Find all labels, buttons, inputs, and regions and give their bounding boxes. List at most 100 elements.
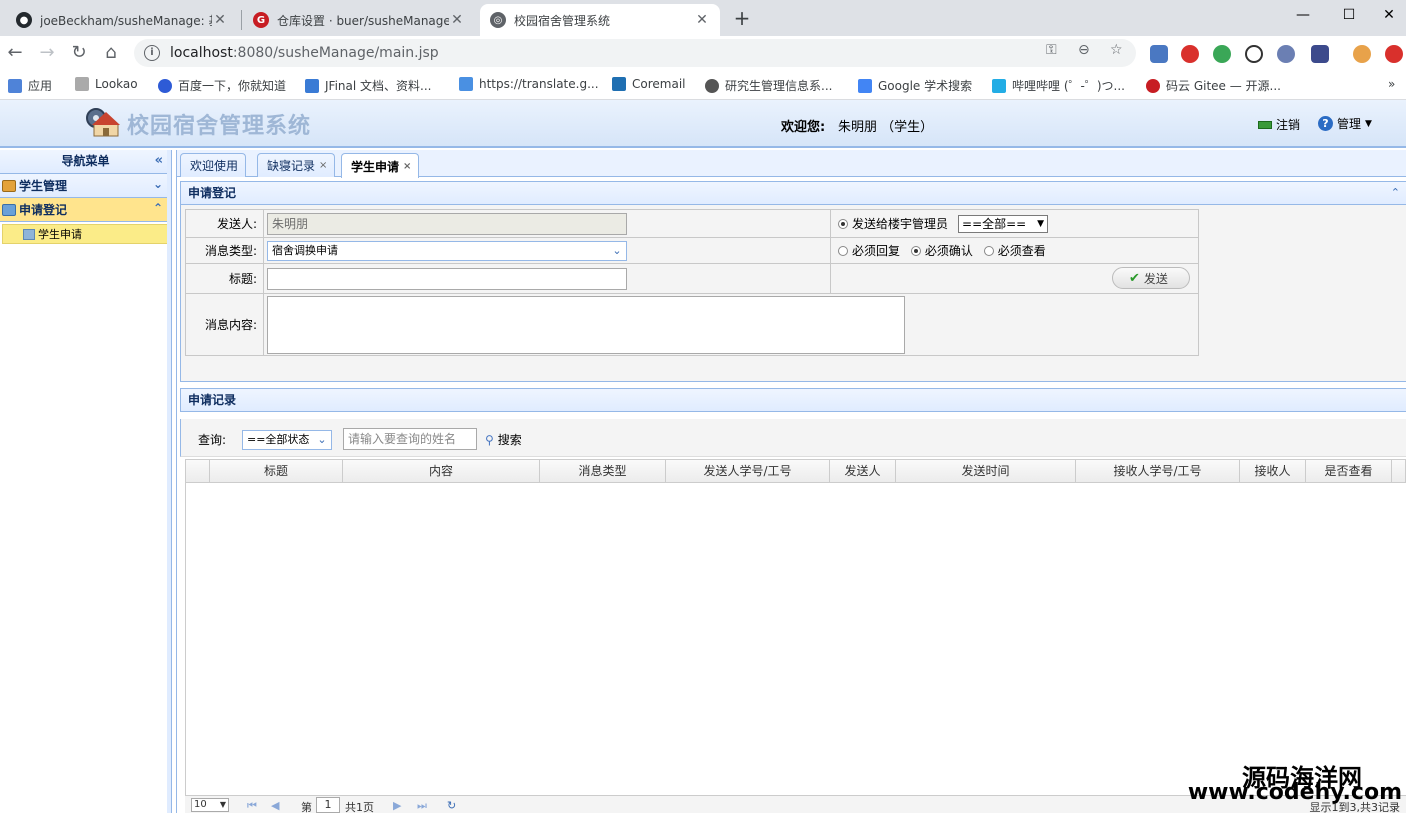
chevron-down-icon[interactable]: ⌄ [313,431,331,449]
collapse-panel-icon[interactable]: ⌃ [1391,182,1400,204]
must-confirm-radio[interactable] [910,246,921,256]
first-page-icon[interactable]: ⏮ [247,799,257,813]
bookmark-item[interactable]: JFinal 文档、资料... [305,77,431,94]
extension-icon[interactable] [1311,45,1329,63]
next-page-icon[interactable]: ▶ [393,799,401,812]
search-button[interactable]: ⚲ 搜索 [485,431,522,448]
bookmark-item[interactable]: Lookao [75,77,138,91]
refresh-icon[interactable]: ↻ [447,799,456,812]
adblock-icon[interactable] [1181,45,1199,63]
column-header[interactable]: 消息类型 [540,460,666,482]
apply-form: 发送人: 朱明朋 发送给楼宇管理员 ==全部== ▼ 消息类型: 宿舍调换申请 … [185,209,1199,356]
column-header[interactable]: 是否查看 [1306,460,1392,482]
update-icon[interactable] [1385,45,1403,63]
forward-button[interactable]: → [35,41,59,65]
column-header[interactable]: 接收人学号/工号 [1076,460,1240,482]
nav-item-student-apply[interactable]: 学生申请 [2,224,169,244]
close-icon[interactable]: × [403,161,411,172]
chevron-down-icon[interactable]: ⌄ [608,242,626,260]
sender-field: 朱明朋 [267,212,627,235]
splitter[interactable] [167,150,171,813]
bookmark-item[interactable]: 码云 Gitee — 开源... [1146,77,1281,94]
status-select[interactable]: ==全部状态 ⌄ [242,430,332,450]
bookmark-item[interactable]: Google 学术搜索 [858,77,972,94]
close-icon[interactable]: ✕ [449,12,465,28]
browser-tab-gitee[interactable]: G 仓库设置 · buer/susheManage ✕ [243,4,475,36]
info-icon[interactable]: i [144,45,160,61]
close-icon[interactable]: × [319,160,327,171]
prev-page-icon[interactable]: ◀ [271,799,279,812]
bookmark-item[interactable]: Coremail [612,77,685,91]
message-type-combo[interactable]: 宿舍调换申请 ⌄ [267,240,627,261]
new-tab-button[interactable]: + [730,6,754,30]
bookmark-item[interactable]: https://translate.g... [459,77,599,91]
title-input[interactable] [267,267,627,290]
close-icon[interactable]: ✕ [694,12,710,28]
key-icon[interactable]: ⚿ [1046,42,1057,58]
close-icon[interactable]: ✕ [212,12,228,28]
window-close-button[interactable]: ✕ [1366,0,1406,30]
content-textarea[interactable] [267,295,905,354]
building-select[interactable]: ==全部== ▼ [958,214,1049,233]
page-prefix: 第 [301,801,312,813]
column-header[interactable]: 发送人学号/工号 [666,460,830,482]
title-label: 标题: [185,263,264,294]
nav-section-student[interactable]: 学生管理 ⌄ [0,174,171,198]
app-title: 校园宿舍管理系统 [127,113,312,139]
folder-icon [2,203,16,216]
last-page-icon[interactable]: ⏭ [417,799,427,813]
minimize-button[interactable]: — [1280,0,1326,30]
send-cell: ✔ 发送 [830,263,1199,294]
browser-tab-github[interactable]: ● joeBeckham/susheManage: 基 ✕ [6,4,238,36]
bookmark-item[interactable]: 研究生管理信息系... [705,77,832,94]
column-header[interactable]: 发送人 [830,460,896,482]
avatar[interactable] [1353,45,1371,63]
extension-icon[interactable] [1150,45,1168,63]
column-header[interactable]: 标题 [210,460,343,482]
nav-section-apply[interactable]: 申请登记 ⌃ [0,198,171,222]
must-reply-radio[interactable] [838,246,848,256]
back-button[interactable]: ← [3,41,27,65]
tab-student-apply[interactable]: 学生申请 × [341,153,420,178]
caret-down-icon: ▼ [1365,118,1372,129]
bookmark-item[interactable]: 哔哩哔哩 (゜-゜)つ... [992,77,1125,94]
content-label: 消息内容: [185,293,264,356]
search-input[interactable]: 请输入要查询的姓名 [343,428,477,450]
paw-icon[interactable] [1213,45,1231,63]
nav-title: 导航菜单 « [0,150,171,174]
page-size-select[interactable]: 10 ▼ [191,798,229,812]
expand-icon[interactable]: ⌄ [153,177,163,191]
baidu-icon [158,78,172,93]
must-view-radio[interactable] [983,246,994,256]
star-icon[interactable]: ☆ [1110,42,1123,58]
translate-icon[interactable] [1277,45,1295,63]
browser-tab-app[interactable]: ◎ 校园宿舍管理系统 ✕ [480,4,720,36]
scholar-icon [858,78,872,93]
power-icon[interactable] [1245,45,1263,63]
tab-absence-records[interactable]: 缺寝记录 × [257,153,336,177]
home-button[interactable]: ⌂ [99,41,123,65]
browser-tab-title: joeBeckham/susheManage: 基 [40,13,212,28]
send-to-radio[interactable] [838,218,848,229]
bookmark-apps[interactable]: 应用 [8,77,52,94]
coremail-icon [612,77,626,91]
content-tabs: 欢迎使用 缺寝记录 × 学生申请 × [177,150,1406,178]
column-header[interactable]: 接收人 [1240,460,1306,482]
manage-menu-button[interactable]: ? 管理 ▼ [1318,115,1372,132]
address-bar[interactable]: i localhost:8080/susheManage/main.jsp [134,39,1136,67]
jfinal-icon [305,78,319,93]
collapse-icon[interactable]: « [155,150,163,172]
column-header[interactable]: 内容 [343,460,540,482]
column-header[interactable]: 发送时间 [896,460,1076,482]
page-number-input[interactable]: 1 [316,797,340,813]
bookmark-item[interactable]: 百度一下，你就知道 [158,77,286,94]
github-icon: ● [16,12,32,28]
zoom-icon[interactable]: ⊖ [1078,42,1090,58]
tab-welcome[interactable]: 欢迎使用 [180,153,247,177]
bookmarks-more-button[interactable]: » [1388,77,1395,91]
collapse-icon[interactable]: ⌃ [153,201,163,215]
logout-button[interactable]: 注销 [1258,116,1300,133]
send-button[interactable]: ✔ 发送 [1112,267,1190,289]
reload-button[interactable]: ↻ [67,41,91,65]
apps-grid-icon [8,78,22,93]
